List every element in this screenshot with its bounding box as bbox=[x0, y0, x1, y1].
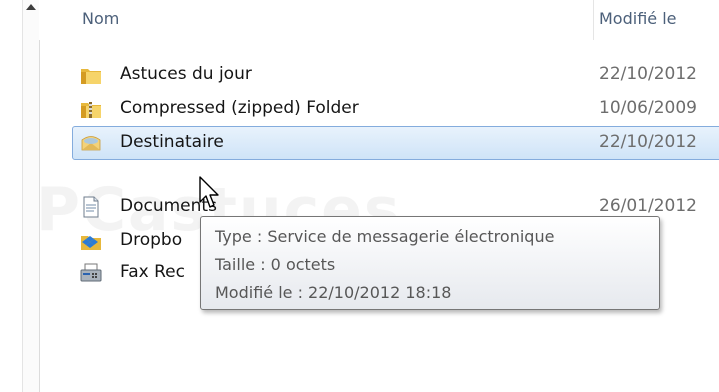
file-row-compressed-folder[interactable]: Compressed (zipped) Folder 10/06/2009 bbox=[72, 92, 719, 126]
name-column-header[interactable]: Nom bbox=[82, 9, 119, 28]
document-icon bbox=[83, 196, 99, 218]
file-explorer-window: Nom Modifié le PCastuces Astuces du jour… bbox=[0, 0, 719, 392]
column-header-bar: Nom Modifié le bbox=[39, 0, 719, 40]
file-name: Fax Rec bbox=[120, 262, 185, 282]
file-name: Compressed (zipped) Folder bbox=[120, 98, 359, 118]
zip-folder-icon bbox=[81, 102, 101, 118]
file-row-astuces-du-jour[interactable]: Astuces du jour 22/10/2012 bbox=[72, 58, 719, 92]
file-date: 22/10/2012 bbox=[599, 64, 697, 84]
file-date: 26/01/2012 bbox=[599, 196, 697, 216]
file-info-tooltip: Type : Service de messagerie électroniqu… bbox=[200, 216, 660, 310]
file-date: 22/10/2012 bbox=[599, 132, 697, 152]
mail-recipient-icon bbox=[81, 136, 101, 151]
file-name: Dropbo bbox=[120, 230, 183, 250]
file-name: Astuces du jour bbox=[120, 64, 252, 84]
modified-column-header[interactable]: Modifié le bbox=[599, 9, 677, 28]
folder-icon bbox=[81, 69, 101, 84]
tooltip-size: Taille : 0 octets bbox=[215, 255, 336, 274]
fax-icon bbox=[80, 263, 102, 282]
navigation-pane-edge bbox=[0, 0, 40, 392]
tooltip-modified: Modifié le : 22/10/2012 18:18 bbox=[215, 283, 452, 302]
mouse-pointer-icon bbox=[199, 176, 219, 208]
scroll-up-arrow-icon[interactable] bbox=[26, 4, 36, 10]
navigation-scrollbar[interactable] bbox=[22, 0, 40, 392]
dropbox-icon bbox=[81, 236, 101, 250]
file-row-destinataire[interactable]: Destinataire 22/10/2012 bbox=[72, 126, 719, 160]
file-name: Destinataire bbox=[120, 132, 224, 152]
column-divider[interactable] bbox=[593, 0, 594, 40]
tooltip-type: Type : Service de messagerie électroniqu… bbox=[215, 227, 555, 246]
file-date: 10/06/2009 bbox=[599, 98, 697, 118]
